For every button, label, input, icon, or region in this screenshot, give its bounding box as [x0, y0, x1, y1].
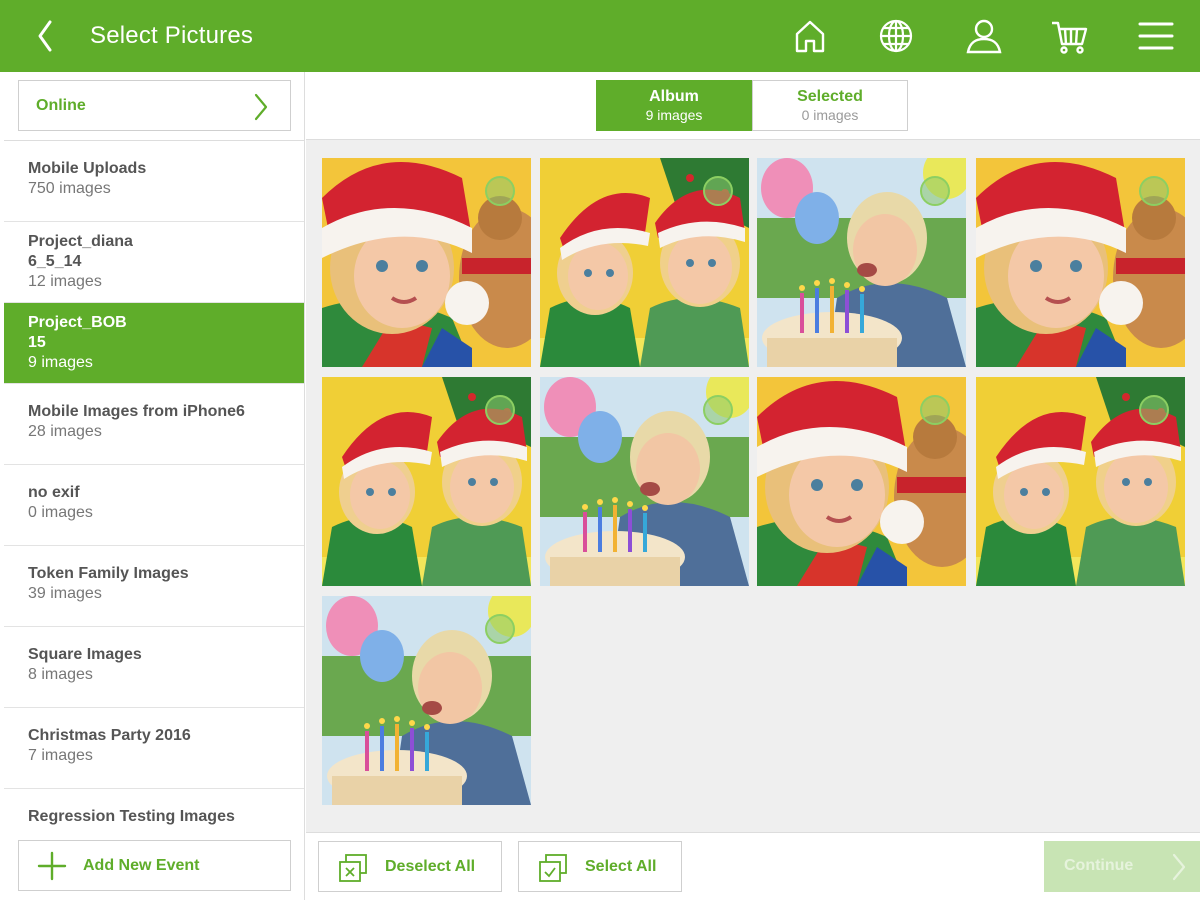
globe-button[interactable] — [874, 14, 918, 58]
select-checkbox[interactable] — [485, 614, 515, 644]
view-tabs: Album 9 images Selected 0 images — [306, 72, 1200, 140]
photo-thumbnail[interactable] — [540, 377, 749, 586]
select-checkbox[interactable] — [1139, 395, 1169, 425]
cart-icon — [1052, 21, 1088, 54]
album-item[interactable]: Square Images 8 images — [4, 627, 304, 708]
online-source-label: Online — [36, 97, 86, 114]
album-name: Mobile Images from iPhone6 — [28, 403, 245, 420]
continue-label: Continue — [1064, 857, 1134, 874]
deselect-all-icon — [339, 854, 367, 882]
chevron-right-icon — [1172, 853, 1186, 881]
tab-album-label: Album — [649, 88, 699, 105]
add-new-event-label: Add New Event — [83, 857, 200, 874]
select-checkbox[interactable] — [920, 395, 950, 425]
deselect-all-button[interactable]: Deselect All — [318, 841, 502, 892]
album-name: Mobile Uploads — [28, 160, 147, 177]
tab-selected-count: 0 images — [801, 107, 859, 123]
album-item[interactable]: Regression Testing Images — [4, 789, 304, 832]
back-button[interactable] — [32, 18, 62, 54]
photo-thumbnail[interactable] — [757, 158, 966, 367]
account-button[interactable] — [962, 14, 1006, 58]
album-count: 0 images — [28, 504, 93, 521]
app-header: Select Pictures — [0, 0, 1200, 72]
photo-thumbnail[interactable] — [976, 377, 1185, 586]
album-sidebar: Online Mobile Uploads 750 images Project_d… — [4, 72, 305, 900]
continue-button[interactable]: Continue — [1044, 841, 1200, 892]
cart-button[interactable] — [1048, 14, 1092, 58]
album-item[interactable]: Project_BOB 15 9 images — [4, 303, 304, 384]
album-count: 39 images — [28, 585, 102, 602]
photo-thumbnail[interactable] — [976, 158, 1185, 367]
photo-thumbnail[interactable] — [322, 377, 531, 586]
tab-album-count: 9 images — [645, 107, 703, 123]
select-checkbox[interactable] — [1139, 176, 1169, 206]
chevron-right-icon — [254, 93, 268, 121]
select-checkbox[interactable] — [920, 176, 950, 206]
select-checkbox[interactable] — [485, 176, 515, 206]
photo-thumbnail[interactable] — [322, 596, 531, 805]
album-item[interactable]: Token Family Images 39 images — [4, 546, 304, 627]
globe-icon — [879, 19, 913, 53]
plus-icon — [37, 851, 67, 881]
album-count: 8 images — [28, 666, 93, 683]
album-count: 28 images — [28, 423, 102, 440]
select-all-button[interactable]: Select All — [518, 841, 682, 892]
album-name: Regression Testing Images — [28, 808, 235, 825]
select-all-icon — [539, 854, 567, 882]
photo-thumbnail[interactable] — [540, 158, 749, 367]
album-item[interactable]: Project_diana 6_5_14 12 images — [4, 222, 304, 303]
album-item[interactable]: no exif 0 images — [4, 465, 304, 546]
album-name: Christmas Party 2016 — [28, 727, 191, 744]
photo-panel: Album 9 images Selected 0 images — [306, 72, 1200, 832]
album-count: 9 images — [28, 354, 93, 371]
home-icon — [795, 20, 825, 53]
album-name: Project_diana 6_5_14 — [28, 233, 133, 270]
add-new-event-button[interactable]: Add New Event — [18, 840, 291, 891]
tab-album[interactable]: Album 9 images — [596, 80, 752, 131]
photo-thumbnail[interactable] — [757, 377, 966, 586]
home-button[interactable] — [788, 14, 832, 58]
album-name: Token Family Images — [28, 565, 189, 582]
album-item[interactable]: Mobile Images from iPhone6 28 images — [4, 384, 304, 465]
album-name: Project_BOB 15 — [28, 314, 127, 351]
menu-button[interactable] — [1134, 14, 1178, 58]
album-count: 750 images — [28, 180, 111, 197]
album-name: Square Images — [28, 646, 142, 663]
action-bar: Deselect All Select All Continue — [306, 832, 1200, 900]
album-item[interactable]: Christmas Party 2016 7 images — [4, 708, 304, 789]
tab-selected-label: Selected — [797, 88, 863, 105]
menu-icon — [1138, 22, 1174, 50]
select-all-label: Select All — [585, 858, 657, 875]
album-name: no exif — [28, 484, 80, 501]
select-checkbox[interactable] — [703, 395, 733, 425]
select-checkbox[interactable] — [485, 395, 515, 425]
page-title: Select Pictures — [90, 22, 254, 49]
deselect-all-label: Deselect All — [385, 858, 476, 875]
user-icon — [966, 19, 1002, 54]
album-count: 7 images — [28, 747, 93, 764]
album-item[interactable]: Mobile Uploads 750 images — [4, 141, 304, 222]
back-icon — [38, 20, 52, 52]
tab-selected[interactable]: Selected 0 images — [752, 80, 908, 131]
online-source-button[interactable]: Online — [18, 80, 291, 131]
photo-thumbnail[interactable] — [322, 158, 531, 367]
album-count: 12 images — [28, 273, 102, 290]
album-list[interactable]: Mobile Uploads 750 images Project_diana 6_… — [4, 140, 304, 832]
select-checkbox[interactable] — [703, 176, 733, 206]
